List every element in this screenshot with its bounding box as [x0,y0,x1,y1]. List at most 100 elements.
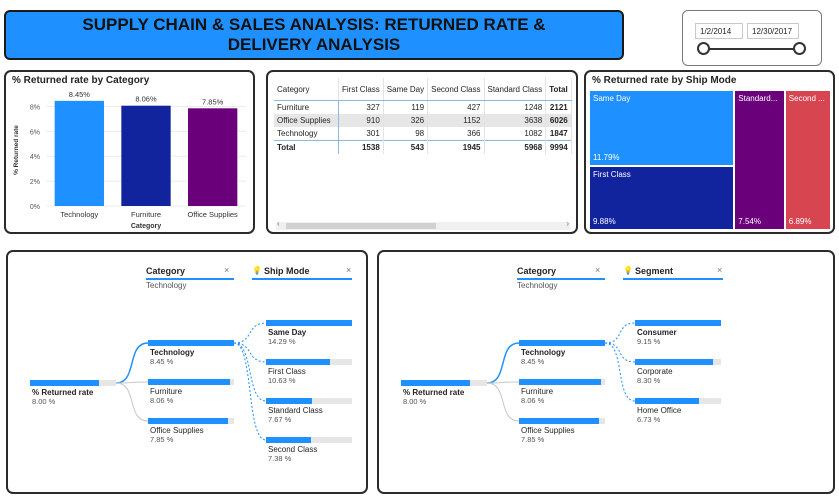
treemap-title: % Returned rate by Ship Mode [592,75,737,86]
node-label: Home Office [637,406,682,415]
table-cell: 9994 [545,140,572,154]
x-tick-label: Furniture [131,210,161,219]
y-tick-label: 4% [30,154,40,161]
node-value: 7.67 % [268,415,292,424]
x-axis-label: Category [131,223,161,230]
node-bar-fill [266,398,313,404]
treemap-tile-value: 11.79% [593,153,620,163]
decomposition-tree-segment: Category × Technology 💡 Segment × % Returned r… [377,250,835,494]
node-value: 7.85 % [150,435,174,444]
treemap-tile[interactable]: First Class 9.88% [589,166,735,230]
y-tick-label: 2% [30,179,40,186]
level-header-underline [517,278,605,280]
treemap-tile[interactable]: Standard... 7.54% [734,90,785,230]
bar [54,100,104,206]
bar-chart-card: % Returned rate by Category 0% 2% 4% 6% 8%% … [4,70,255,234]
table-cell: 5968 [484,140,547,154]
treemap-tile-label: Same Day [593,94,631,103]
level-header-category[interactable]: Category [146,266,185,276]
node-bar-fill [519,340,605,346]
page-title-text: SUPPLY CHAIN & SALES ANALYSIS: RETURNED … [82,15,546,54]
table-cell: 3638 [484,114,547,127]
close-icon[interactable]: × [224,265,229,275]
node-bar-fill [148,340,234,346]
close-icon[interactable]: × [595,265,600,275]
start-date-input[interactable]: 1/2/2014 [695,23,743,39]
table-cell: 119 [383,100,429,114]
table-cell: 6026 [545,114,572,127]
end-date-input[interactable]: 12/30/2017 [747,23,799,39]
node-bar-fill [519,418,599,424]
node-value: 8.45 % [521,357,545,366]
column-header[interactable]: Total [545,78,572,101]
node-value: 6.73 % [637,415,661,424]
treemap-tile-value: 6.89% [788,217,812,226]
node-value: 8.06 % [521,396,545,405]
table-cell: 427 [427,100,485,114]
x-tick-label: Office Supplies [188,210,239,219]
node-value: 8.45 % [150,357,174,366]
slider-end-handle[interactable] [793,42,806,55]
total-row[interactable]: Total 1538 543 1945 5968 9994 [274,140,572,154]
scroll-right-icon[interactable]: › [566,219,569,228]
close-icon[interactable]: × [346,265,351,275]
bar [121,105,171,206]
treemap-tile-value: 9.88% [593,216,616,226]
bar [188,108,238,206]
treemap-tile[interactable]: Second ... 6.89% [784,90,831,230]
node-bar-fill [519,379,601,385]
column-header[interactable]: Second Class [427,78,485,101]
horizontal-scrollbar[interactable]: ‹ › [276,219,570,230]
treemap-tile[interactable]: Same Day 11.79% [589,90,735,167]
node-label: Consumer [637,328,677,337]
node-label: % Returned rate [32,388,94,397]
column-header[interactable]: Standard Class [484,78,547,101]
node-value: 7.38 % [268,454,292,463]
level-header-ai[interactable]: Segment [635,266,673,276]
node-value: 14.29 % [268,337,296,346]
node-label: Corporate [637,367,673,376]
matrix-table: Category First Class Same Day Second Class S… [274,78,572,154]
level-header-ai[interactable]: Ship Mode [264,266,310,276]
lightbulb-icon: 💡 [623,266,633,275]
scrollbar-thumb[interactable] [286,223,436,229]
level-header-underline [146,278,234,280]
table-cell: 1945 [427,140,485,154]
column-header[interactable]: Category [274,78,339,101]
column-header[interactable]: Same Day [383,78,429,101]
table-row[interactable]: Office Supplies 910 326 1152 3638 6026 [274,114,572,127]
node-label: Furniture [521,387,554,396]
node-bar-fill [30,380,99,386]
node-label: Technology [150,348,195,357]
node-label: First Class [268,367,306,376]
table-cell: 326 [383,114,429,127]
node-value: 9.15 % [637,337,661,346]
treemap: Same Day 11.79% First Class 9.88% Standard..… [589,90,831,230]
slider-start-handle[interactable] [697,42,710,55]
node-label: Furniture [150,387,183,396]
treemap-tile-value: 7.54% [738,217,761,226]
level-header-category[interactable]: Category [517,266,556,276]
node-value: 8.06 % [150,396,174,405]
node-bar-fill [266,320,352,326]
table-row[interactable]: Furniture 327 119 427 1248 2121 [274,100,572,114]
level-header-filter: Technology [146,281,187,290]
table-cell: 1248 [484,100,547,114]
node-bar-fill [266,359,330,365]
date-range-slicer[interactable]: 1/2/2014 12/30/2017 [682,10,822,66]
node-label: Office Supplies [521,426,575,435]
treemap-card: % Returned rate by Ship Mode Same Day 11.… [584,70,835,234]
page-title: SUPPLY CHAIN & SALES ANALYSIS: RETURNED … [4,10,624,60]
column-header[interactable]: First Class [338,78,384,101]
node-bar-fill [401,380,470,386]
table-row[interactable]: Technology 301 98 366 1082 1847 [274,127,572,141]
scroll-left-icon[interactable]: ‹ [277,219,280,228]
node-bar-fill [148,418,228,424]
slider-track [705,48,797,50]
close-icon[interactable]: × [717,265,722,275]
node-value: 8.00 % [403,397,427,406]
table-cell: 98 [383,127,429,141]
y-tick-label: 6% [30,129,40,136]
node-value: 8.30 % [637,376,661,385]
bar-chart: 0% 2% 4% 6% 8% % Returned rate 8.45% Technology… [13,90,246,230]
